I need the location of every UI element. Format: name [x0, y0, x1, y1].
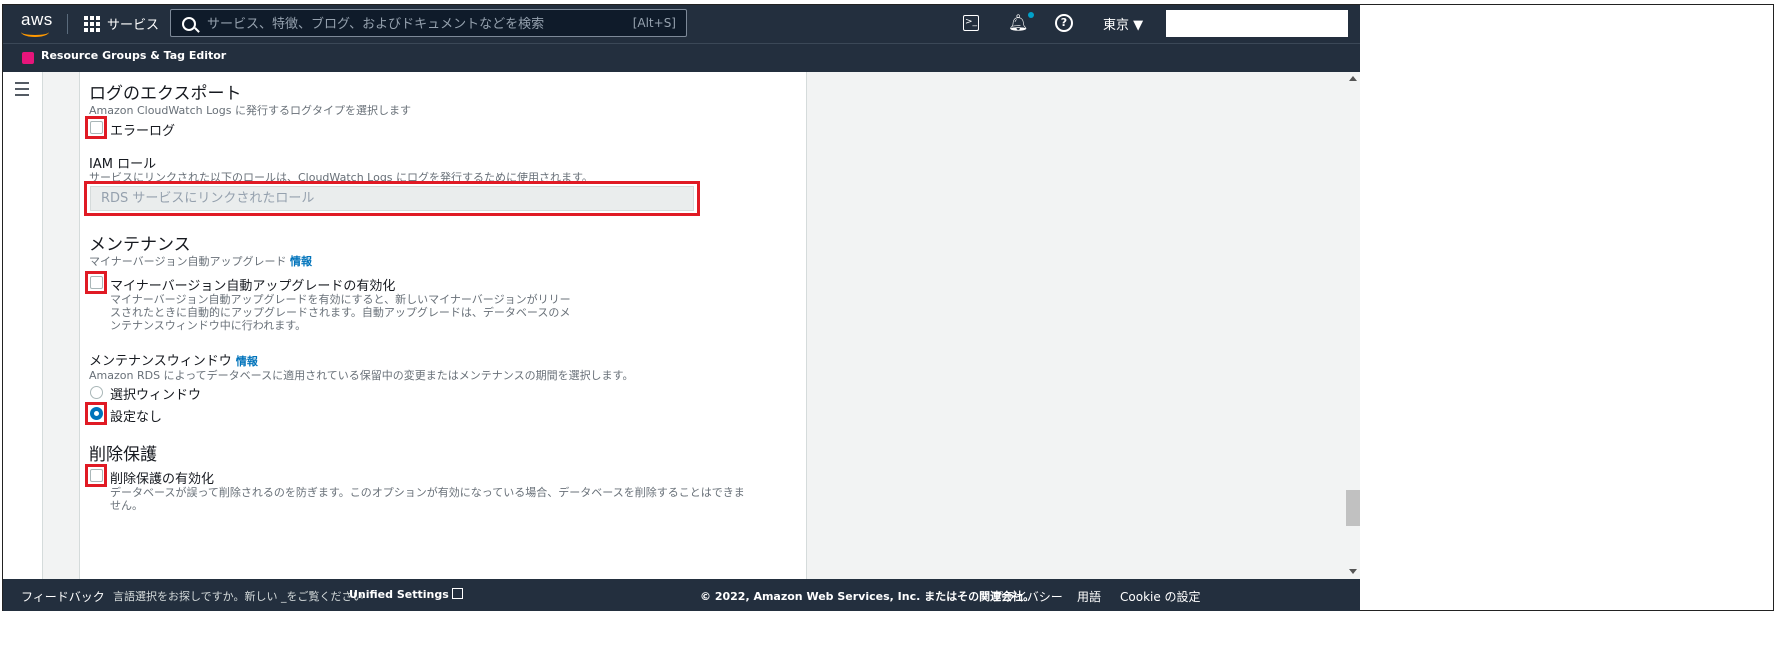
cookie-settings-link[interactable]: Cookie の設定 [1120, 588, 1201, 605]
radio-select-window-label: 選択ウィンドウ [110, 388, 202, 403]
unified-settings-link[interactable]: Unified Settings [349, 588, 463, 601]
error-log-label: エラーログ [110, 124, 176, 139]
search-input[interactable] [205, 13, 589, 35]
scroll-up-arrow-icon[interactable] [1349, 76, 1357, 81]
scroll-thumb[interactable] [1346, 490, 1360, 526]
favorite-resource-groups-link[interactable]: Resource Groups & Tag Editor [41, 49, 226, 62]
side-navigation [3, 72, 43, 579]
iam-role-field [90, 186, 694, 211]
menu-icon[interactable] [15, 82, 29, 100]
privacy-link[interactable]: プライバシー [991, 588, 1063, 605]
language-prompt: 言語選択をお探しですか。新しい _をご覧ください [113, 590, 364, 603]
maintenance-window-description: Amazon RDS によってデータベースに適用されている保留中の変更またはメン… [89, 369, 634, 382]
terms-link[interactable]: 用語 [1077, 588, 1101, 605]
feedback-link[interactable]: フィードバック [21, 588, 105, 605]
log-export-description: Amazon CloudWatch Logs に発行するログタイプを選択します [89, 104, 411, 117]
deletion-protection-heading: 削除保護 [89, 445, 157, 465]
copyright-text: © 2022, Amazon Web Services, Inc. またはその関… [700, 590, 1035, 603]
grid-icon[interactable] [84, 16, 100, 32]
divider [67, 14, 68, 34]
account-menu-redacted[interactable] [1166, 10, 1348, 37]
aws-console: aws サービス [Alt+S] >_ 🔔︎ ? 東京 ▼ Resource G… [3, 5, 1360, 611]
auto-upgrade-info-link[interactable]: 情報 [290, 255, 312, 268]
services-menu-button[interactable]: サービス [107, 14, 159, 33]
external-link-icon [451, 588, 463, 599]
empty-content-area [807, 72, 1345, 579]
unified-settings-label: Unified Settings [349, 588, 449, 601]
region-selector[interactable]: 東京 ▼ [1103, 14, 1143, 33]
log-export-heading: ログのエクスポート [89, 84, 242, 104]
error-log-checkbox[interactable] [90, 121, 103, 134]
search-shortcut-hint: [Alt+S] [632, 16, 676, 30]
console-footer: フィードバック 言語選択をお探しですか。新しい _をご覧ください Unified… [3, 579, 1360, 611]
help-icon[interactable]: ? [1055, 14, 1073, 32]
aws-smile-icon [21, 27, 49, 37]
bell-icon[interactable]: 🔔︎ [1008, 13, 1028, 32]
deletion-protection-desc-line1: データベースが誤って削除されるのを防ぎます。このオプションが有効になっている場合… [110, 486, 745, 499]
scroll-down-arrow-icon[interactable] [1349, 569, 1357, 574]
radio-no-preference[interactable] [90, 407, 103, 420]
search-icon [182, 17, 196, 31]
radio-no-preference-label: 設定なし [110, 410, 163, 425]
maintenance-heading: メンテナンス [89, 235, 191, 255]
cloudshell-icon[interactable]: >_ [963, 15, 979, 31]
notification-dot [1028, 12, 1034, 18]
auto-upgrade-subheading: マイナーバージョン自動アップグレード 情報 [89, 253, 312, 269]
scrollbar[interactable] [1346, 72, 1360, 579]
auto-upgrade-subheading-text: マイナーバージョン自動アップグレード [89, 255, 287, 268]
search-bar[interactable]: [Alt+S] [170, 9, 687, 37]
deletion-protection-desc-line2: せん。 [110, 499, 143, 512]
iam-role-input [91, 187, 693, 210]
favorites-bar: Resource Groups & Tag Editor [3, 43, 1360, 72]
auto-upgrade-desc-line3: ンテナンスウィンドウ中に行われます。 [110, 319, 307, 332]
radio-select-window[interactable] [90, 386, 103, 399]
auto-upgrade-checkbox[interactable] [90, 276, 103, 289]
deletion-protection-checkbox[interactable] [90, 469, 103, 482]
top-navigation-bar: aws サービス [Alt+S] >_ 🔔︎ ? 東京 ▼ [3, 5, 1360, 43]
resource-groups-icon [22, 52, 34, 64]
aws-logo[interactable]: aws [19, 10, 53, 38]
